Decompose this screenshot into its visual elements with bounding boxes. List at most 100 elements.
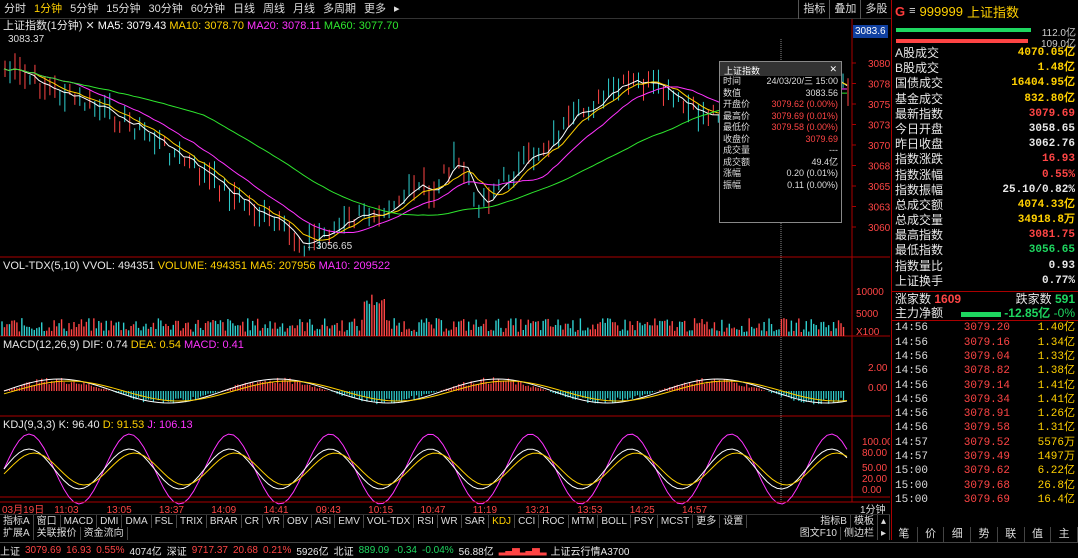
panel-button-1[interactable]: 价 — [918, 527, 945, 542]
indicator-tab[interactable]: ROC — [539, 514, 569, 528]
period-tab-1[interactable]: 1分钟 — [30, 0, 66, 19]
panel-button-5[interactable]: 值 — [1025, 527, 1052, 542]
period-tab-4[interactable]: 30分钟 — [145, 0, 187, 19]
period-tab-6[interactable]: 日线 — [229, 0, 259, 19]
sub-tab[interactable]: 资金流向 — [81, 527, 128, 540]
sz-name: 深证 — [166, 547, 187, 558]
time-axis-period: 1分钟 — [860, 503, 886, 514]
panel-button-0[interactable]: 笔 — [891, 527, 918, 542]
indicator-tab[interactable]: 更多 — [693, 514, 721, 528]
time-axis-label: 10:47 — [420, 505, 445, 514]
tick-row: 14:56 3078.82 1.38亿 — [892, 364, 1078, 378]
period-tab-10[interactable]: 更多 — [360, 0, 390, 19]
period-tab-2[interactable]: 5分钟 — [66, 0, 102, 19]
kdj-title-row: KDJ(9,3,3) K: 96.40 D: 91.53 J: 106.13 — [3, 419, 193, 432]
indicator-tab[interactable]: EMV — [335, 514, 364, 528]
ma20-value: MA20: 3078.11 — [247, 20, 321, 32]
period-tab-7[interactable]: 周线 — [259, 0, 289, 19]
tooltip-row: 成交量 --- — [720, 145, 841, 157]
indicator-tab[interactable]: RSI — [414, 514, 438, 528]
stat-value: 25.10/0.82% — [1002, 183, 1075, 196]
panel-button-6[interactable]: 主 — [1051, 527, 1078, 542]
indicator-tab[interactable]: WR — [438, 514, 462, 528]
indicator-tab[interactable]: CCI — [515, 514, 540, 528]
tooltip-row-label: 数值 — [723, 87, 742, 98]
kdj-axis-label: 100.00 — [862, 437, 890, 448]
tick-price: 3079.58 — [963, 422, 1010, 435]
indicator-tab[interactable]: TRIX — [177, 514, 207, 528]
indicator-tab[interactable]: MCST — [658, 514, 694, 528]
tooltip-close-icon[interactable]: ✕ — [829, 64, 837, 74]
panel-button-2[interactable]: 细 — [944, 527, 972, 542]
indicator-tab[interactable]: DMI — [97, 514, 123, 528]
g-icon[interactable]: G — [895, 4, 905, 19]
sub-tab[interactable]: 关联报价 — [34, 527, 81, 540]
indicator-tab-right[interactable]: ▴ — [878, 514, 890, 528]
indicator-tab[interactable]: OBV — [284, 514, 313, 528]
indicator-tab[interactable]: SAR — [462, 514, 490, 528]
indicator-tab-right[interactable]: 模板 — [851, 514, 878, 528]
period-tab-11[interactable]: ▸ — [390, 0, 404, 19]
indicator-tab[interactable]: KDJ — [489, 514, 516, 528]
tick-price: 3079.69 — [963, 493, 1010, 506]
indicator-tab[interactable]: CR — [242, 514, 264, 528]
sub-tab-right[interactable]: ▸ — [878, 527, 890, 540]
kdj-axis-label: 80.00 — [862, 448, 887, 459]
tooltip-row-label: 最高价 — [723, 110, 751, 121]
menu-icon[interactable]: ≡ — [909, 5, 915, 17]
period-tab-0[interactable]: 分时 — [0, 0, 30, 19]
tooltip-row-label: 时间 — [723, 76, 742, 86]
down-count: 591 — [1054, 292, 1075, 306]
indicator-tab[interactable]: 指标A — [0, 514, 34, 528]
indicator-tab[interactable]: ASI — [312, 514, 336, 528]
price-tick-label: 3075 — [868, 100, 890, 111]
sz-pct: 0.21% — [262, 545, 292, 556]
stat-row: 基金成交 832.80亿 — [892, 92, 1078, 107]
indicator-tab[interactable]: VOL-TDX — [364, 514, 415, 528]
sz-change: 20.68 — [232, 545, 258, 556]
tick-amount: 1.40亿 — [1037, 322, 1075, 335]
tick-time: 14:56 — [895, 422, 929, 435]
stat-label: 上证换手 — [895, 273, 944, 288]
indicator-tab-right[interactable]: 指标B — [817, 514, 851, 528]
tick-list[interactable]: 14:56 3079.20 1.40亿 14:56 3079.16 1.34亿 14:56 3… — [892, 321, 1078, 507]
toolbar-button-2[interactable]: 多股 — [860, 0, 891, 19]
period-tab-5[interactable]: 60分钟 — [187, 0, 229, 19]
up-count-label: 涨家数 — [895, 292, 932, 306]
panel-button-3[interactable]: 势 — [971, 527, 998, 542]
period-tab-8[interactable]: 月线 — [289, 0, 319, 19]
indicator-tab[interactable]: 窗口 — [34, 514, 61, 528]
indicator-tab[interactable]: 设置 — [720, 514, 748, 528]
toolbar-button-0[interactable]: 指标 — [798, 0, 829, 19]
indicator-tab[interactable]: VR — [263, 514, 284, 528]
up-count: 1609 — [934, 292, 962, 306]
kdj-k: K: 96.40 — [58, 419, 100, 431]
sub-tab-right[interactable]: 图文F10 — [797, 527, 841, 540]
stock-code: 999999 — [919, 3, 963, 19]
indicator-tab[interactable]: MACD — [61, 514, 98, 528]
indicator-tab[interactable]: PSY — [631, 514, 658, 528]
breadth-row: 涨家数 1609 跌家数 591 — [892, 291, 1078, 306]
main-chart-title: 上证指数(1分钟) — [3, 20, 83, 32]
sub-tab[interactable]: 扩展A — [0, 527, 34, 540]
ma-close-icon[interactable]: ✕ — [86, 20, 98, 32]
period-tab-3[interactable]: 15分钟 — [102, 0, 144, 19]
indicator-tab[interactable]: BRAR — [207, 514, 242, 528]
panel-button-4[interactable]: 联 — [998, 527, 1025, 542]
indicator-tab[interactable]: MTM — [569, 514, 599, 528]
time-axis-label: 13:53 — [577, 505, 602, 514]
tick-time: 15:00 — [895, 465, 929, 478]
period-tab-9[interactable]: 多周期 — [319, 0, 360, 19]
toolbar-button-1[interactable]: 叠加 — [829, 0, 860, 19]
indicator-tab[interactable]: FSL — [152, 514, 178, 528]
sub-tab-right[interactable]: 侧边栏 — [841, 527, 878, 540]
tooltip-row: 涨幅 0.20 (0.01%) — [720, 168, 841, 180]
tick-price: 3079.04 — [963, 350, 1010, 363]
stat-label: B股成交 — [895, 61, 940, 76]
stat-label: 基金成交 — [895, 91, 944, 106]
tick-price: 3079.68 — [963, 479, 1010, 492]
indicator-tab[interactable]: BOLL — [598, 514, 631, 528]
stat-label: 今日开盘 — [895, 121, 944, 136]
bz-value: 889.09 — [358, 545, 390, 556]
indicator-tab[interactable]: DMA — [122, 514, 152, 528]
